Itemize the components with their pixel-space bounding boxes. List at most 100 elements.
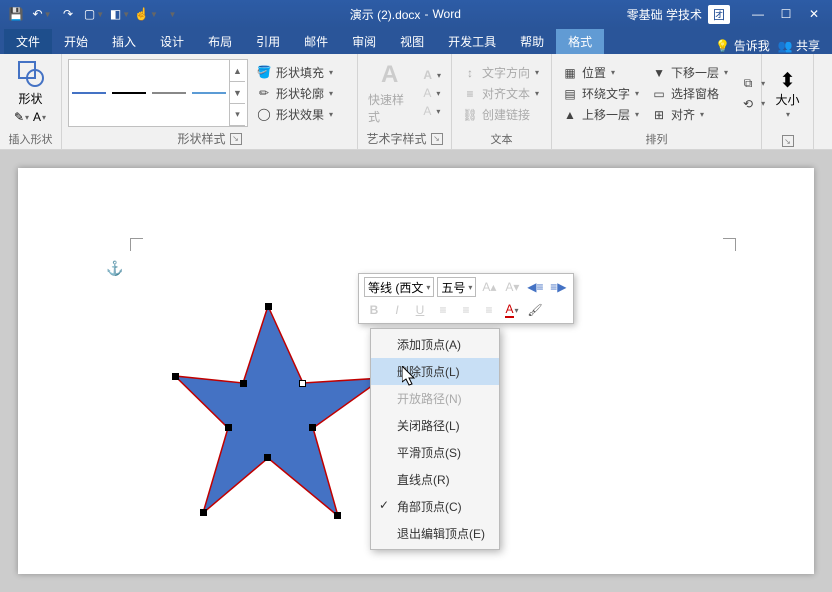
tab-review[interactable]: 审阅 [340, 29, 388, 54]
text-outline-button: A▾ [419, 85, 445, 101]
mini-toolbar: 等线 (西文▾ 五号▾ A▴ A▾ ◀≡ ≡▶ B I U ≡ ≡ ≡ A▾ 🖌 [358, 273, 574, 324]
edit-shape-icon[interactable]: ✎▾ [14, 109, 30, 125]
group-icon: ⧉ [740, 76, 756, 92]
star-shape[interactable] [173, 298, 393, 531]
share-button[interactable]: 👥 共享 [778, 37, 820, 54]
shape-styles-launcher[interactable]: ↘ [230, 133, 242, 145]
wordart-icon: A [381, 61, 398, 89]
tab-help[interactable]: 帮助 [508, 29, 556, 54]
tab-format[interactable]: 格式 [556, 29, 604, 54]
shape-outline-button[interactable]: ✏形状轮廓▾ [252, 84, 337, 103]
context-menu: 添加顶点(A) 删除顶点(L) 开放路径(N) 关闭路径(L) 平滑顶点(S) … [370, 328, 500, 550]
user-badge[interactable]: 团 [708, 5, 730, 24]
tab-references[interactable]: 引用 [244, 29, 292, 54]
bring-forward-button[interactable]: ▲上移一层▾ [558, 105, 643, 124]
tab-home[interactable]: 开始 [52, 29, 100, 54]
wordart-quick-button[interactable]: A 快速样式 [364, 59, 415, 127]
qat-more-icon[interactable]: ▼ [160, 3, 184, 25]
minimize-button[interactable]: — [744, 3, 772, 25]
wordart-launcher[interactable]: ↘ [431, 133, 443, 145]
align-icon: ≡ [462, 86, 478, 102]
format-painter-icon[interactable]: 🖌 [525, 300, 545, 320]
textbox-icon[interactable]: A▾ [32, 109, 48, 125]
insert-shape-button[interactable]: 形状 [13, 58, 49, 109]
tellme-button[interactable]: 💡 告诉我 [715, 37, 769, 54]
italic-icon: I [387, 300, 407, 320]
align-objects-button[interactable]: ⊞对齐▾ [647, 105, 732, 124]
ctx-close-path[interactable]: 关闭路径(L) [371, 412, 499, 439]
ctx-open-path: 开放路径(N) [371, 385, 499, 412]
decrease-font-icon: A▾ [502, 277, 522, 297]
shape-effects-button[interactable]: ◯形状效果▾ [252, 105, 337, 124]
tab-layout[interactable]: 布局 [196, 29, 244, 54]
alignobj-icon: ⊞ [651, 107, 667, 123]
margin-corner-tr [723, 238, 736, 251]
forward-icon: ▲ [562, 107, 578, 123]
text-fill-button: A▾ [419, 67, 445, 83]
shape-icon [17, 60, 45, 88]
fill-icon: 🪣 [256, 64, 272, 80]
tab-insert[interactable]: 插入 [100, 29, 148, 54]
ctx-add-point[interactable]: 添加顶点(A) [371, 331, 499, 358]
rotate-icon: ⟲ [740, 96, 756, 112]
wrap-text-button[interactable]: ▤环绕文字▾ [558, 84, 643, 103]
underline-icon: U [410, 300, 430, 320]
selection-pane-button[interactable]: ▭选择窗格 [647, 84, 732, 103]
size-launcher[interactable]: ↘ [782, 135, 794, 147]
create-link-button: ⛓创建链接 [458, 105, 543, 124]
tab-file[interactable]: 文件 [4, 29, 52, 54]
group-wordart: 艺术字样式 [366, 130, 426, 147]
group-arrange: 排列 [558, 129, 755, 147]
align-text-button: ≡对齐文本▾ [458, 84, 543, 103]
wrap-icon: ▤ [562, 86, 578, 102]
outline-icon: ✏ [256, 85, 272, 101]
send-backward-button[interactable]: ▼下移一层▾ [647, 63, 732, 82]
align-right-icon: ≡ [479, 300, 499, 320]
shape-style-gallery[interactable]: ▲▼▾ [68, 59, 248, 127]
new-icon[interactable]: ▢▼ [82, 3, 106, 25]
size-button[interactable]: ⬍ 大小 ▾ [771, 71, 803, 121]
ctx-corner-point[interactable]: ✓角部顶点(C) [371, 493, 499, 520]
brand-text: 零基础 学技术 [627, 6, 702, 23]
size-icon: ⬍ [779, 73, 795, 89]
touch-icon[interactable]: ☝▼ [134, 3, 158, 25]
backward-icon: ▼ [651, 65, 667, 81]
group-insert-shape: 插入形状 [6, 129, 55, 147]
increase-indent-icon[interactable]: ≡▶ [548, 277, 568, 297]
text-effects-button: A▾ [419, 103, 445, 119]
tab-developer[interactable]: 开发工具 [436, 29, 508, 54]
anchor-icon: ⚓ [106, 260, 123, 277]
tab-mailings[interactable]: 邮件 [292, 29, 340, 54]
text-direction-button: ↕文字方向▾ [458, 63, 543, 82]
shape-fill-button[interactable]: 🪣形状填充▾ [252, 63, 337, 82]
restore-button[interactable]: ☐ [772, 3, 800, 25]
decrease-indent-icon[interactable]: ◀≡ [525, 277, 545, 297]
ctx-straight-point[interactable]: 直线点(R) [371, 466, 499, 493]
link-icon: ⛓ [462, 107, 478, 123]
tab-view[interactable]: 视图 [388, 29, 436, 54]
document-page[interactable]: ⚓ 等线 (西文▾ 五号▾ A▴ A▾ ◀≡ ≡▶ [18, 168, 814, 574]
bold-icon: B [364, 300, 384, 320]
font-color-icon[interactable]: A▾ [502, 300, 522, 320]
effects-icon: ◯ [256, 106, 272, 122]
align-center-icon: ≡ [456, 300, 476, 320]
direction-icon: ↕ [462, 65, 478, 81]
tab-design[interactable]: 设计 [148, 29, 196, 54]
check-icon: ✓ [379, 498, 389, 512]
quickprint-icon[interactable]: ◧▼ [108, 3, 132, 25]
group-text: 文本 [458, 129, 545, 147]
margin-corner-tl [130, 238, 143, 251]
window-title: 演示 (2).docx - Word [184, 6, 627, 23]
align-left-icon: ≡ [433, 300, 453, 320]
position-button[interactable]: ▦位置▾ [558, 63, 643, 82]
ctx-exit-edit[interactable]: 退出编辑顶点(E) [371, 520, 499, 547]
ctx-delete-point[interactable]: 删除顶点(L) [371, 358, 499, 385]
redo-icon[interactable]: ↷ [56, 3, 80, 25]
autosave-icon[interactable]: 💾 [4, 3, 28, 25]
close-button[interactable]: ✕ [800, 3, 828, 25]
selection-icon: ▭ [651, 86, 667, 102]
ctx-smooth-point[interactable]: 平滑顶点(S) [371, 439, 499, 466]
undo-icon[interactable]: ↶▼ [30, 3, 54, 25]
font-selector[interactable]: 等线 (西文▾ [364, 277, 434, 297]
font-size-selector[interactable]: 五号▾ [437, 277, 476, 297]
